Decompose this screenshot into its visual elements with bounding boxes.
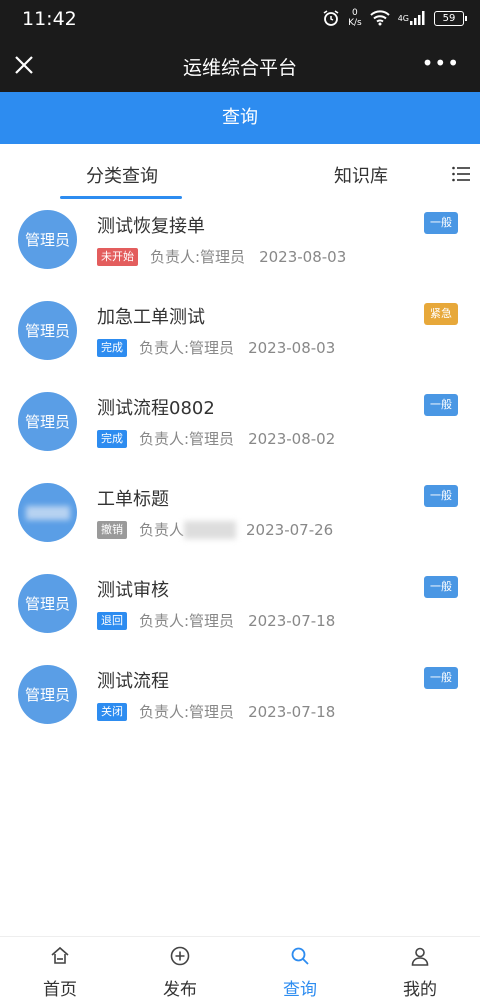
avatar-label: 管理员: [24, 686, 70, 704]
netspeed-unit: K/s: [348, 18, 362, 28]
app-title: 运维综合平台: [182, 57, 297, 79]
tab-category-query[interactable]: 分类查询: [86, 162, 158, 188]
avatar: [18, 483, 77, 542]
status-badge: 撤销: [97, 520, 127, 539]
home-icon: [49, 945, 71, 971]
date-text: 2023-07-18: [248, 611, 336, 630]
avatar-label: 管理员: [24, 413, 70, 431]
avatar-redacted: [25, 505, 70, 520]
date-text: 2023-07-26: [246, 520, 334, 539]
page-title: 查询: [0, 92, 480, 144]
priority-badge: 一般: [424, 212, 458, 234]
network-type: 4G: [397, 13, 409, 23]
status-icons: 0 K/s 4G 59: [322, 8, 467, 28]
owner-text: 负责人: [139, 521, 185, 539]
netspeed: 0 K/s: [348, 8, 362, 28]
list-menu-icon[interactable]: [452, 166, 470, 182]
tab-mine[interactable]: 我的: [360, 937, 480, 997]
date-text: 2023-08-03: [259, 247, 347, 266]
alarm-icon: [322, 9, 340, 27]
priority-badge: 一般: [424, 485, 458, 507]
list-item[interactable]: 管理员 测试流程0802 完成 负责人:管理员 2023-08-02 一般: [0, 384, 480, 475]
tab-home-label: 首页: [43, 980, 77, 997]
search-icon: [289, 945, 311, 971]
owner-text: 负责人:管理员: [139, 430, 235, 448]
priority-badge: 一般: [424, 576, 458, 598]
avatar: 管理员: [18, 301, 77, 360]
bottom-tab-bar: 首页 发布 查询 我的: [0, 936, 480, 997]
item-title: 测试流程: [97, 671, 169, 692]
work-order-list: 管理员 测试恢复接单 未开始 负责人:管理员 2023-08-03 一般 管理员…: [0, 202, 480, 748]
status-badge: 完成: [97, 338, 127, 357]
avatar: 管理员: [18, 665, 77, 724]
item-title: 工单标题: [97, 489, 169, 510]
tab-query[interactable]: 查询: [240, 937, 360, 997]
item-title: 测试流程0802: [97, 398, 215, 419]
tab-home[interactable]: 首页: [0, 937, 120, 997]
priority-badge: 紧急: [424, 303, 458, 325]
tabs: 分类查询 知识库: [0, 144, 480, 202]
date-text: 2023-08-02: [248, 429, 336, 448]
tab-publish[interactable]: 发布: [120, 937, 240, 997]
list-item[interactable]: 工单标题 撤销 负责人 2023-07-26 一般: [0, 475, 480, 566]
avatar-label: 管理员: [24, 595, 70, 613]
owner-text: 负责人:管理员: [139, 612, 235, 630]
signal-icon: 4G: [398, 11, 426, 25]
date-text: 2023-07-18: [248, 702, 336, 721]
owner-text: 负责人:管理员: [139, 339, 235, 357]
battery-icon: 59: [434, 10, 467, 26]
list-item[interactable]: 管理员 测试恢复接单 未开始 负责人:管理员 2023-08-03 一般: [0, 202, 480, 293]
avatar-label: 管理员: [24, 231, 70, 249]
list-item[interactable]: 管理员 加急工单测试 完成 负责人:管理员 2023-08-03 紧急: [0, 293, 480, 384]
status-badge: 完成: [97, 429, 127, 448]
nav-bar: 运维综合平台 •••: [0, 38, 480, 92]
list-item[interactable]: 管理员 测试流程 关闭 负责人:管理员 2023-07-18 一般: [0, 657, 480, 748]
item-meta: 完成 负责人:管理员 2023-08-02: [97, 428, 335, 449]
status-badge: 退回: [97, 611, 127, 630]
item-meta: 完成 负责人:管理员 2023-08-03: [97, 337, 335, 358]
item-meta: 关闭 负责人:管理员 2023-07-18: [97, 701, 335, 722]
active-tab-indicator: [60, 196, 182, 199]
user-icon: [409, 945, 431, 971]
status-badge: 关闭: [97, 702, 127, 721]
owner-text: 负责人:管理员: [139, 703, 235, 721]
status-badge: 未开始: [97, 247, 138, 266]
battery-level: 59: [442, 12, 456, 24]
avatar: 管理员: [18, 574, 77, 633]
tab-publish-label: 发布: [163, 980, 197, 997]
avatar: 管理员: [18, 210, 77, 269]
item-meta: 未开始 负责人:管理员 2023-08-03: [97, 246, 346, 267]
date-text: 2023-08-03: [248, 338, 336, 357]
item-title: 测试恢复接单: [97, 216, 205, 237]
status-time: 11:42: [22, 8, 77, 30]
avatar: 管理员: [18, 392, 77, 451]
plus-circle-icon: [169, 945, 191, 971]
item-title: 测试审核: [97, 580, 169, 601]
priority-badge: 一般: [424, 394, 458, 416]
list-item[interactable]: 管理员 测试审核 退回 负责人:管理员 2023-07-18 一般: [0, 566, 480, 657]
item-meta: 退回 负责人:管理员 2023-07-18: [97, 610, 335, 631]
owner-redacted: [184, 520, 237, 539]
status-bar: 11:42 0 K/s 4G 59: [0, 0, 480, 38]
owner-text: 负责人:管理员: [150, 248, 246, 266]
avatar-label: 管理员: [24, 322, 70, 340]
tab-knowledge-base[interactable]: 知识库: [334, 162, 388, 188]
netspeed-value: 0: [352, 8, 358, 18]
item-meta: 撤销 负责人 2023-07-26: [97, 519, 333, 540]
wifi-icon: [370, 10, 390, 26]
more-icon[interactable]: •••: [422, 53, 460, 73]
item-title: 加急工单测试: [97, 307, 205, 328]
priority-badge: 一般: [424, 667, 458, 689]
tab-mine-label: 我的: [403, 980, 437, 997]
tab-query-label: 查询: [283, 980, 317, 997]
